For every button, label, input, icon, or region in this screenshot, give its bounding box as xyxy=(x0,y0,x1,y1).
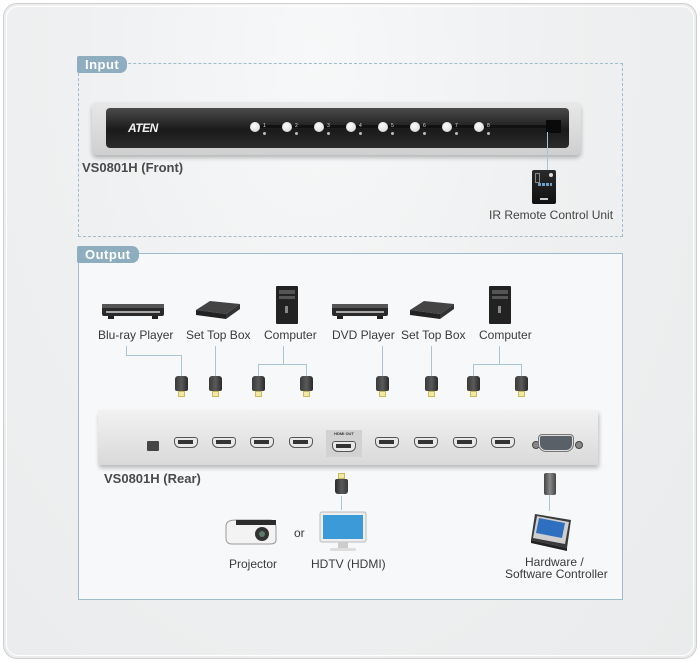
port-select-button-5[interactable] xyxy=(378,122,388,132)
set-top-box-icon xyxy=(410,301,454,319)
hdmi-input-port-7 xyxy=(453,437,477,448)
source-label-bluray: Blu-ray Player xyxy=(98,328,174,342)
hdmi-out-port-area: HDMI OUT xyxy=(326,430,362,457)
port-number-label: 8 xyxy=(487,123,490,129)
rear-device-label: VS0801H (Rear) xyxy=(104,471,201,486)
port-number-label: 3 xyxy=(327,123,330,129)
front-device-label: VS0801H (Front) xyxy=(82,160,184,175)
output-tab-label: Output xyxy=(77,246,139,263)
set-top-box-icon xyxy=(196,301,240,319)
aten-logo: ATEN xyxy=(128,121,158,135)
port-select-button-8[interactable] xyxy=(474,122,484,132)
source-label-computer-2: Computer xyxy=(479,328,532,342)
port-select-button-1[interactable] xyxy=(250,122,260,132)
hdmi-output-connector xyxy=(335,473,348,494)
source-label-set-top-box-1: Set Top Box xyxy=(186,328,251,342)
port-select-button-7[interactable] xyxy=(442,122,452,132)
port-select-button-4[interactable] xyxy=(346,122,356,132)
hdmi-input-connector-1 xyxy=(175,376,188,397)
hdmi-input-port-1 xyxy=(174,437,198,448)
source-label-computer-1: Computer xyxy=(264,328,317,342)
ir-remote-icon xyxy=(532,170,556,204)
hdmi-input-connector-2 xyxy=(209,376,222,397)
port-led-indicator xyxy=(327,132,330,135)
port-number-label: 4 xyxy=(359,123,362,129)
computer-tower-icon xyxy=(276,286,298,324)
input-tab-label: Input xyxy=(77,56,128,73)
port-select-button-2[interactable] xyxy=(282,122,292,132)
rs232-serial-port xyxy=(539,435,573,451)
port-led-indicator xyxy=(487,132,490,135)
port-led-indicator xyxy=(455,132,458,135)
port-led-indicator xyxy=(391,132,394,135)
port-led-indicator xyxy=(423,132,426,135)
hdmi-input-port-3 xyxy=(250,437,274,448)
display-label-hdtv: HDTV (HDMI) xyxy=(311,557,386,571)
vs0801h-rear-panel: HDMI OUT xyxy=(98,410,598,465)
hdmi-input-port-4 xyxy=(289,437,313,448)
hdtv-icon xyxy=(319,511,367,551)
hdmi-input-connector-5 xyxy=(376,376,389,397)
ir-receiver-window xyxy=(546,120,561,133)
computer-tower-icon xyxy=(489,286,511,324)
hdmi-input-port-5 xyxy=(375,437,399,448)
source-label-dvd-player: DVD Player xyxy=(332,328,395,342)
hdmi-input-connector-8 xyxy=(515,376,528,397)
hdmi-input-connector-6 xyxy=(425,376,438,397)
port-led-indicator xyxy=(359,132,362,135)
hdmi-input-port-8 xyxy=(491,437,515,448)
display-label-projector: Projector xyxy=(229,557,278,571)
bluray-player-icon xyxy=(102,304,164,319)
projector-icon xyxy=(225,519,277,545)
or-label: or xyxy=(294,526,305,540)
ir-link-line xyxy=(547,132,548,170)
hdmi-out-port xyxy=(332,441,356,452)
port-led-indicator xyxy=(263,132,266,135)
rs232-cable-connector xyxy=(544,473,556,495)
port-number-label: 2 xyxy=(295,123,298,129)
port-number-label: 6 xyxy=(423,123,426,129)
hdmi-out-label: HDMI OUT xyxy=(334,431,354,436)
port-number-label: 7 xyxy=(455,123,458,129)
power-jack xyxy=(147,441,159,451)
port-select-button-3[interactable] xyxy=(314,122,324,132)
port-select-button-6[interactable] xyxy=(410,122,420,132)
port-number-label: 1 xyxy=(263,123,266,129)
hdmi-input-port-6 xyxy=(414,437,438,448)
hdmi-input-connector-7 xyxy=(467,376,480,397)
hardware-software-controller-icon xyxy=(531,514,571,551)
ir-remote-label: IR Remote Control Unit xyxy=(489,208,614,222)
port-number-label: 5 xyxy=(391,123,394,129)
dvd-player-icon xyxy=(332,304,388,319)
source-label-set-top-box-2: Set Top Box xyxy=(401,328,466,342)
hdmi-input-connector-4 xyxy=(300,376,313,397)
vs0801h-front-panel: ATEN 1 2 3 4 5 6 7 8 xyxy=(92,102,581,155)
port-led-indicator xyxy=(295,132,298,135)
controller-label-line2: Software Controller xyxy=(505,567,608,581)
hdmi-input-connector-3 xyxy=(252,376,265,397)
hdmi-input-port-2 xyxy=(212,437,236,448)
